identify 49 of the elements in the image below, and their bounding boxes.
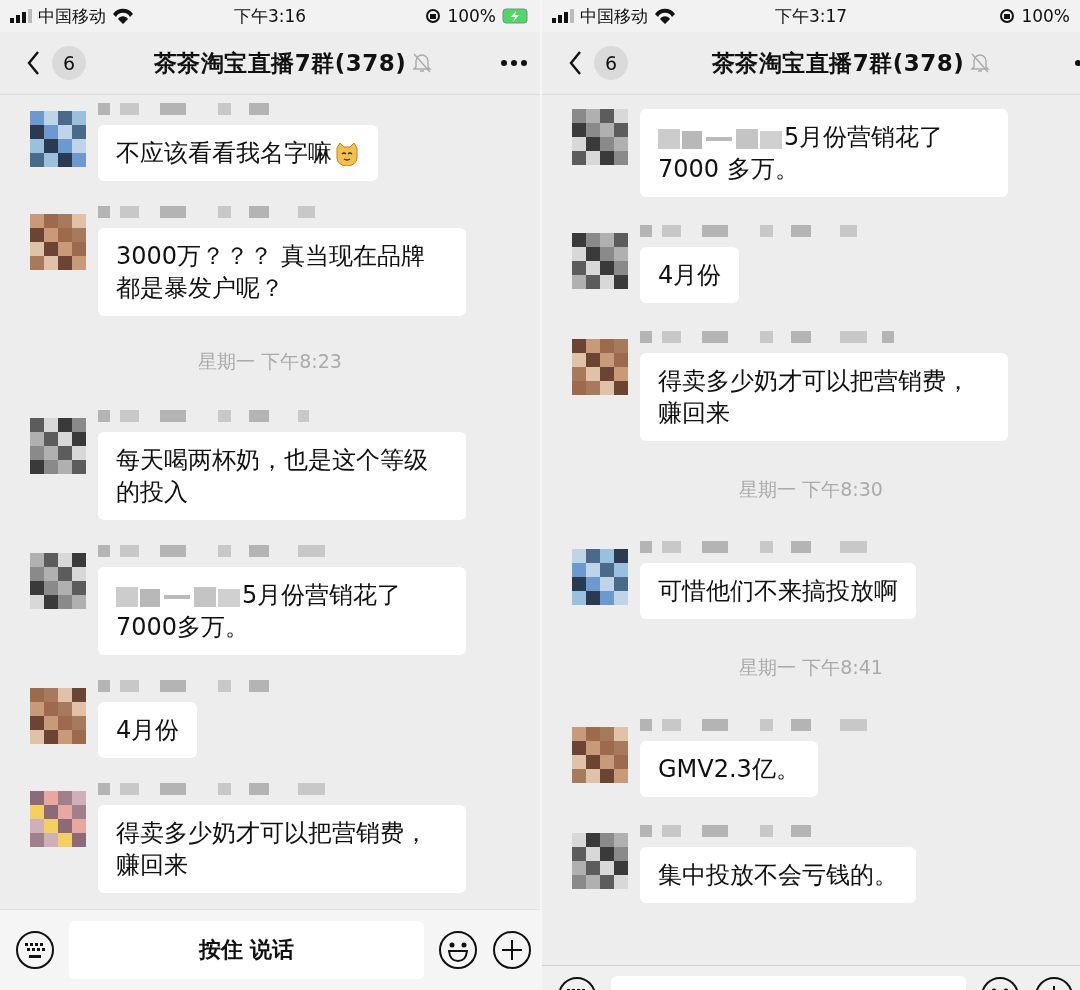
chat-title: 茶茶淘宝直播7群(378) <box>153 48 407 78</box>
avatar[interactable] <box>572 109 628 165</box>
avatar[interactable] <box>30 688 86 744</box>
message-bubble: 4月份 <box>98 702 198 758</box>
wifi-icon <box>654 8 676 24</box>
avatar[interactable] <box>572 833 628 889</box>
hold-to-talk-button[interactable]: 按住 说话 <box>69 921 424 979</box>
message-bubble: GMV2.3亿。 <box>640 741 818 797</box>
message-bubble: 4月份 <box>640 247 740 303</box>
message-bubble: 5月份营销花了7000多万。 <box>98 567 466 655</box>
message-bubble: 5月份营销花了 7000 多万。 <box>640 109 1008 197</box>
unread-badge: 6 <box>52 46 86 80</box>
timestamp: 星期一 下午8:41 <box>739 655 883 680</box>
wifi-icon <box>112 8 134 24</box>
carrier-name: 中国移动 <box>38 4 106 28</box>
battery-percent: 100% <box>447 6 496 26</box>
carrier-name: 中国移动 <box>580 4 648 28</box>
avatar[interactable] <box>572 549 628 605</box>
avatar[interactable] <box>572 727 628 783</box>
orientation-lock-icon <box>425 8 442 24</box>
message-bubble: 不应该看看我名字嘛 <box>98 125 378 181</box>
back-icon[interactable] <box>568 50 582 76</box>
timestamp: 星期一 下午8:30 <box>739 477 883 502</box>
unread-badge: 6 <box>594 46 628 80</box>
avatar[interactable] <box>572 233 628 289</box>
avatar[interactable] <box>30 111 86 167</box>
keyboard-icon[interactable] <box>15 930 55 970</box>
message-bubble: 3000万？？？ 真当现在品牌都是暴发户呢？ <box>98 228 466 316</box>
timestamp: 星期一 下午8:23 <box>198 349 342 374</box>
message-bubble: 得卖多少奶才可以把营销费，赚回来 <box>640 353 1008 441</box>
message-bubble: 集中投放不会亏钱的。 <box>640 847 916 903</box>
signal-icon <box>552 9 574 23</box>
back-icon[interactable] <box>26 50 40 76</box>
signal-icon <box>10 9 32 23</box>
emoji-icon[interactable] <box>438 930 478 970</box>
battery-percent: 100% <box>1021 6 1070 26</box>
plus-icon[interactable] <box>492 930 532 970</box>
message-bubble: 得卖多少奶才可以把营销费，赚回来 <box>98 805 466 893</box>
status-time: 下午3:17 <box>774 4 848 28</box>
avatar[interactable] <box>30 553 86 609</box>
avatar[interactable] <box>30 418 86 474</box>
message-bubble: 每天喝两杯奶，也是这个等级的投入 <box>98 432 466 520</box>
avatar[interactable] <box>572 339 628 395</box>
status-time: 下午3:16 <box>233 4 307 28</box>
orientation-lock-icon <box>999 8 1016 24</box>
message-bubble: 可惜他们不来搞投放啊 <box>640 563 916 619</box>
chat-title: 茶茶淘宝直播7群(378) <box>711 48 965 78</box>
more-icon[interactable] <box>500 59 528 67</box>
avatar[interactable] <box>30 214 86 270</box>
